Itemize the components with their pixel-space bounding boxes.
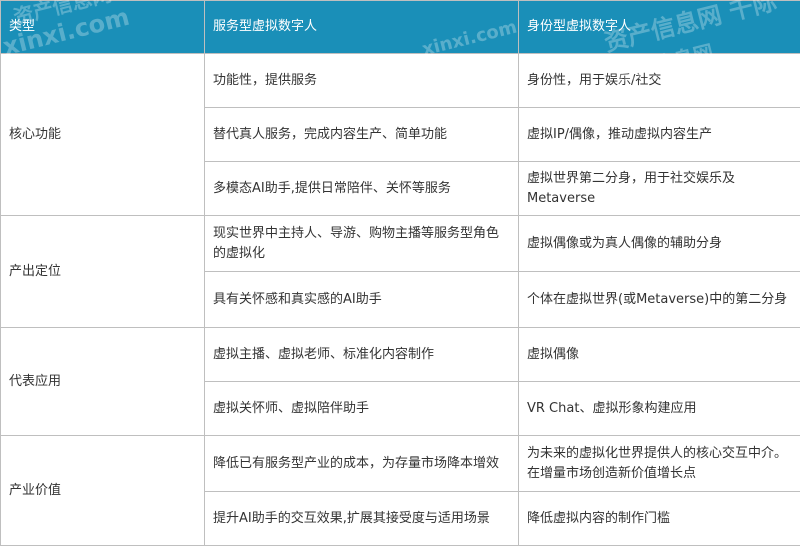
cell-identity: 个体在虚拟世界(或Metaverse)中的第二分身 [518, 271, 800, 328]
cell-service: 降低已有服务型产业的成本，为存量市场降本增效 [204, 435, 519, 492]
cell-service: 现实世界中主持人、导游、购物主播等服务型角色的虚拟化 [204, 215, 519, 272]
cell-service: 多模态AI助手,提供日常陪伴、关怀等服务 [204, 161, 519, 216]
comparison-table: 类型 服务型虚拟数字人 身份型虚拟数字人 核心功能 功能性，提供服务 身份性，用… [0, 0, 800, 546]
cell-identity: 身份性，用于娱乐/社交 [518, 53, 800, 108]
table-row: 产出定位 现实世界中主持人、导游、购物主播等服务型角色的虚拟化 虚拟偶像或为真人… [0, 215, 800, 328]
cell-service: 替代真人服务，完成内容生产、简单功能 [204, 107, 519, 162]
table-row: 代表应用 虚拟主播、虚拟老师、标准化内容制作 虚拟偶像 [0, 327, 800, 436]
cell-service: 具有关怀感和真实感的AI助手 [204, 271, 519, 328]
header-row: 类型 服务型虚拟数字人 身份型虚拟数字人 [0, 0, 800, 54]
header-identity-type: 身份型虚拟数字人 [518, 0, 800, 54]
cell-identity: VR Chat、虚拟形象构建应用 [518, 381, 800, 436]
table-row: 产业价值 降低已有服务型产业的成本，为存量市场降本增效 为未来的虚拟化世界提供人… [0, 435, 800, 546]
cell-identity: 虚拟偶像或为真人偶像的辅助分身 [518, 215, 800, 272]
cell-identity: 虚拟偶像 [518, 327, 800, 382]
cell-identity: 降低虚拟内容的制作门槛 [518, 491, 800, 546]
table-row: 核心功能 功能性，提供服务 身份性，用于娱乐/社交 [0, 53, 800, 216]
cell-identity: 虚拟IP/偶像，推动虚拟内容生产 [518, 107, 800, 162]
cell-service: 功能性，提供服务 [204, 53, 519, 108]
category-cell-output-positioning: 产出定位 [0, 215, 205, 328]
cell-service: 虚拟主播、虚拟老师、标准化内容制作 [204, 327, 519, 382]
category-cell-representative-apps: 代表应用 [0, 327, 205, 436]
category-cell-core-function: 核心功能 [0, 53, 205, 216]
header-service-type: 服务型虚拟数字人 [204, 0, 519, 54]
category-cell-industry-value: 产业价值 [0, 435, 205, 546]
cell-service: 虚拟关怀师、虚拟陪伴助手 [204, 381, 519, 436]
header-type: 类型 [0, 0, 205, 54]
cell-identity: 虚拟世界第二分身，用于社交娱乐及Metaverse [518, 161, 800, 216]
cell-service: 提升AI助手的交互效果,扩展其接受度与适用场景 [204, 491, 519, 546]
cell-identity: 为未来的虚拟化世界提供人的核心交互中介。在增量市场创造新价值增长点 [518, 435, 800, 492]
